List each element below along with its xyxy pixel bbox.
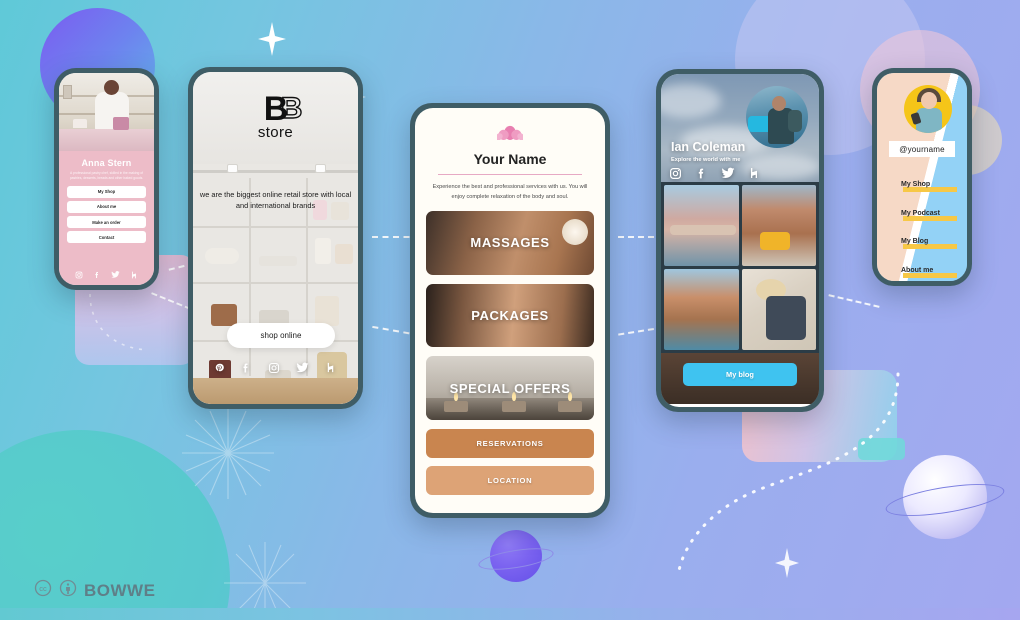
store-logo-area: B B store (193, 72, 358, 164)
phone-mockup-influencer: @yourname My Shop My Podcast My Blog Abo… (872, 68, 972, 286)
phone-mockup-pastry: Anna Stern A professional pastry chef, s… (54, 68, 159, 290)
spa-description: Experience the best and professional ser… (432, 184, 588, 200)
spa-button-reservations[interactable]: RESERVATIONS (426, 428, 594, 458)
store-shop-online-button[interactable]: shop online (227, 323, 335, 348)
spa-title: Your Name (473, 151, 547, 167)
instagram-icon[interactable] (669, 167, 682, 180)
bottom-gradient-band (0, 608, 1020, 620)
spa-card-packages[interactable]: PACKAGES (426, 283, 594, 348)
cc-icon: cc (34, 579, 52, 602)
influencer-link-about-me[interactable]: About me (901, 259, 957, 278)
pastry-button-contact[interactable]: Contact (67, 231, 146, 244)
facebook-icon[interactable] (695, 167, 708, 180)
pastry-profile-description: A professional pastry chef, skilled in t… (69, 171, 144, 180)
influencer-links: My Shop My Podcast My Blog About me (901, 173, 957, 281)
twitter-icon[interactable] (296, 361, 309, 374)
spa-card-massages-label: MASSAGES (470, 235, 550, 251)
influencer-avatar (904, 85, 952, 133)
pinterest-icon[interactable] (215, 363, 224, 372)
travel-photo-grid (661, 182, 819, 353)
houzz-icon[interactable] (325, 362, 336, 373)
phone-mockup-store: B B store we are the biggest online reta… (188, 67, 363, 409)
travel-tagline: Explore the world with me (671, 157, 741, 163)
pastry-profile-name: Anna Stern (81, 158, 132, 168)
influencer-handle: @yourname (889, 141, 955, 157)
lotus-icon (426, 122, 594, 145)
store-social-links (193, 361, 358, 378)
travel-social-links (669, 166, 811, 180)
pastry-button-my-shop[interactable]: My Shop (67, 185, 146, 198)
influencer-link-my-shop[interactable]: My Shop (901, 173, 957, 192)
spa-divider (438, 174, 582, 176)
twitter-icon[interactable] (721, 166, 735, 180)
houzz-icon[interactable] (130, 271, 138, 279)
pastry-button-about-me[interactable]: About me (67, 201, 146, 213)
store-logo: B B (263, 89, 303, 128)
svg-text:cc: cc (39, 584, 47, 593)
phone-mockup-travel: Ian Coleman Explore the world with me My… (656, 69, 824, 412)
phone-mockup-spa: Your Name Experience the best and profes… (410, 103, 610, 518)
influencer-link-my-blog[interactable]: My Blog (901, 230, 957, 249)
travel-photo-cinque-terre[interactable] (664, 269, 739, 350)
footer-branding: cc BOWWE (34, 579, 155, 602)
pastry-button-make-an-order[interactable]: Make an order (67, 216, 146, 228)
cc-by-icon (59, 579, 77, 602)
spa-card-special-offers[interactable]: SPECIAL OFFERS (426, 356, 594, 420)
spa-button-location[interactable]: LOCATION (426, 465, 594, 495)
twitter-icon[interactable] (111, 270, 120, 279)
houzz-icon[interactable] (748, 167, 760, 179)
travel-profile-name: Ian Coleman (671, 140, 746, 154)
facebook-icon[interactable] (240, 362, 252, 374)
travel-photo-suitcase[interactable] (741, 269, 816, 350)
pastry-social-links (67, 268, 146, 280)
travel-footer: My blog (661, 353, 819, 404)
facebook-icon[interactable] (93, 271, 101, 279)
travel-my-blog-button[interactable]: My blog (683, 363, 797, 386)
spa-card-massages[interactable]: MASSAGES (426, 210, 594, 275)
starburst-decoration (180, 405, 276, 506)
travel-avatar (746, 86, 808, 148)
spa-card-packages-label: PACKAGES (471, 307, 549, 323)
instagram-icon[interactable] (268, 362, 280, 374)
spa-card-special-offers-label: SPECIAL OFFERS (449, 380, 571, 396)
sparkle-icon (258, 22, 286, 56)
pastry-hero-photo (59, 73, 154, 151)
store-shelf-photo: we are the biggest online retail store w… (193, 164, 358, 404)
bowwe-wordmark: BOWWE (84, 580, 156, 600)
instagram-icon[interactable] (75, 271, 83, 279)
travel-hero-photo: Ian Coleman Explore the world with me (661, 74, 819, 182)
travel-photo-desert-van[interactable] (741, 185, 816, 266)
store-tagline: we are the biggest online retail store w… (199, 190, 352, 210)
dotted-arc-decoration (89, 293, 149, 351)
travel-photo-venice[interactable] (664, 185, 739, 266)
influencer-link-my-podcast[interactable]: My Podcast (901, 202, 957, 221)
purple-planet-decoration (477, 530, 555, 586)
